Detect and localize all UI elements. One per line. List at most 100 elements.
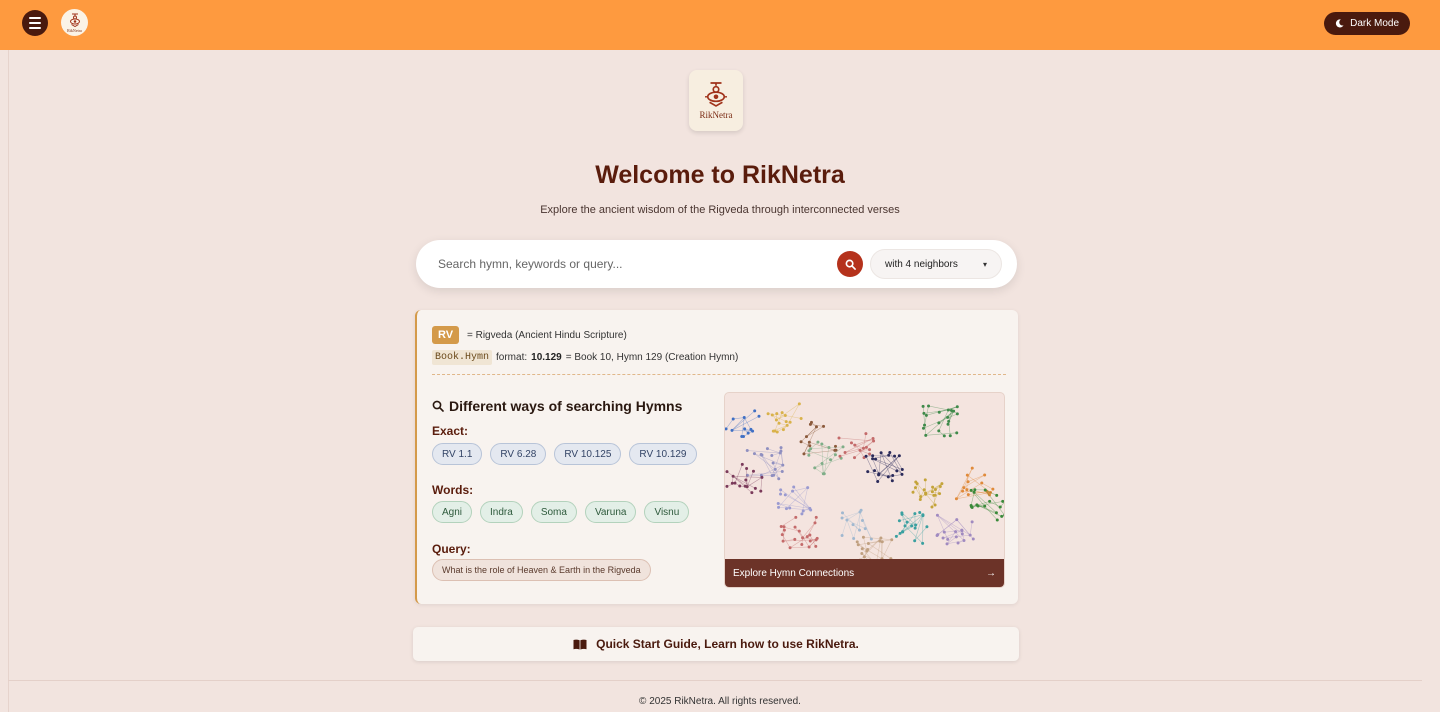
- graph-node: [837, 436, 841, 440]
- graph-node: [731, 417, 735, 421]
- app-logo-text: RikNetra: [67, 27, 82, 33]
- graph-node: [808, 533, 812, 537]
- graph-node: [745, 449, 749, 453]
- explore-connections-bar[interactable]: Explore Hymn Connections →: [725, 559, 1004, 587]
- graph-node: [781, 428, 785, 432]
- graph-node: [808, 444, 812, 448]
- graph-node: [791, 489, 795, 493]
- graph-node: [954, 535, 958, 539]
- graph-node: [866, 470, 870, 474]
- words-label: Words:: [432, 483, 474, 497]
- graph-node: [788, 420, 792, 424]
- exact-chip[interactable]: RV 10.125: [554, 443, 622, 465]
- graph-node: [966, 480, 970, 484]
- graph-edge: [842, 512, 860, 531]
- word-chip[interactable]: Agni: [432, 501, 473, 523]
- graph-node: [793, 537, 797, 541]
- graph-edge: [923, 413, 958, 429]
- graph-node: [937, 410, 941, 414]
- graph-node: [797, 402, 801, 406]
- graph-node: [860, 547, 864, 551]
- search-ways-title: Different ways of searching Hymns: [449, 398, 683, 414]
- graph-node: [988, 499, 992, 503]
- graph-node: [859, 508, 863, 512]
- graph-node: [935, 513, 939, 517]
- search-button[interactable]: [837, 251, 863, 277]
- graph-node: [765, 447, 769, 451]
- graph-node: [897, 454, 901, 458]
- graph-node: [874, 457, 878, 461]
- graph-edge: [937, 515, 971, 536]
- graph-node: [855, 540, 859, 544]
- graph-edge: [760, 454, 773, 476]
- graph-node: [924, 413, 928, 417]
- neighbors-select[interactable]: with 4 neighbors ▾: [870, 249, 1002, 279]
- hymn-graph-card[interactable]: Explore Hymn Connections →: [724, 392, 1005, 588]
- query-chip[interactable]: What is the role of Heaven & Earth in th…: [432, 559, 651, 581]
- graph-node: [802, 452, 806, 456]
- graph-node: [895, 469, 899, 473]
- format-code: Book.Hymn: [432, 350, 493, 365]
- graph-node: [766, 412, 770, 416]
- graph-edge: [946, 531, 956, 545]
- graph-edge: [732, 476, 753, 493]
- graph-node: [871, 436, 875, 440]
- graph-node: [779, 449, 783, 453]
- graph-node: [820, 442, 824, 446]
- graph-node: [841, 511, 845, 515]
- graph-node: [783, 493, 787, 497]
- word-chip[interactable]: Visnu: [644, 501, 690, 523]
- exact-chip-row: RV 1.1 RV 6.28 RV 10.125 RV 10.129: [432, 443, 697, 465]
- graph-node: [780, 469, 784, 473]
- graph-node: [941, 536, 945, 540]
- graph-node: [921, 426, 925, 430]
- exact-chip[interactable]: RV 1.1: [432, 443, 483, 465]
- graph-node: [936, 533, 940, 537]
- graph-node: [888, 451, 892, 455]
- graph-node: [781, 539, 785, 543]
- app-logo[interactable]: RikNetra: [61, 9, 88, 36]
- arrow-right-icon: →: [986, 567, 996, 579]
- graph-node: [840, 516, 844, 520]
- graph-node: [919, 495, 923, 499]
- quick-start-guide-button[interactable]: Quick Start Guide, Learn how to use RikN…: [413, 627, 1019, 661]
- graph-node: [954, 497, 958, 501]
- graph-node: [890, 538, 894, 542]
- query-label: Query:: [432, 542, 471, 556]
- graph-node: [894, 534, 898, 538]
- hymn-network-graph: [725, 402, 1004, 561]
- graph-node: [774, 418, 778, 422]
- exact-chip[interactable]: RV 6.28: [490, 443, 547, 465]
- graph-node: [838, 454, 842, 458]
- word-chip[interactable]: Indra: [480, 501, 523, 523]
- graph-edge: [967, 474, 985, 482]
- graph-node: [777, 477, 781, 481]
- graph-edge: [731, 410, 755, 431]
- graph-node: [910, 524, 914, 528]
- graph-edge: [853, 510, 862, 539]
- graph-node: [759, 489, 763, 493]
- explore-connections-label: Explore Hymn Connections: [733, 567, 855, 579]
- graph-edge: [774, 412, 783, 432]
- graph-node: [933, 503, 937, 507]
- graph-node: [788, 546, 792, 550]
- dark-mode-button[interactable]: Dark Mode: [1324, 12, 1410, 35]
- search-input[interactable]: [438, 254, 818, 274]
- graph-node: [876, 479, 880, 483]
- graph-node: [779, 492, 783, 496]
- word-chip[interactable]: Soma: [530, 501, 577, 523]
- graph-node: [738, 484, 742, 488]
- exact-label: Exact:: [432, 424, 469, 438]
- graph-node: [927, 404, 931, 408]
- graph-node: [861, 535, 865, 539]
- hero-logo: RikNetra: [689, 70, 743, 131]
- graph-node: [779, 524, 783, 528]
- graph-node: [814, 544, 818, 548]
- exact-chip[interactable]: RV 10.129: [629, 443, 697, 465]
- word-chip[interactable]: Varuna: [584, 501, 637, 523]
- graph-node: [942, 434, 946, 438]
- menu-button[interactable]: [22, 10, 48, 36]
- graph-node: [871, 457, 875, 461]
- graph-node: [913, 512, 917, 516]
- graph-node: [759, 453, 763, 457]
